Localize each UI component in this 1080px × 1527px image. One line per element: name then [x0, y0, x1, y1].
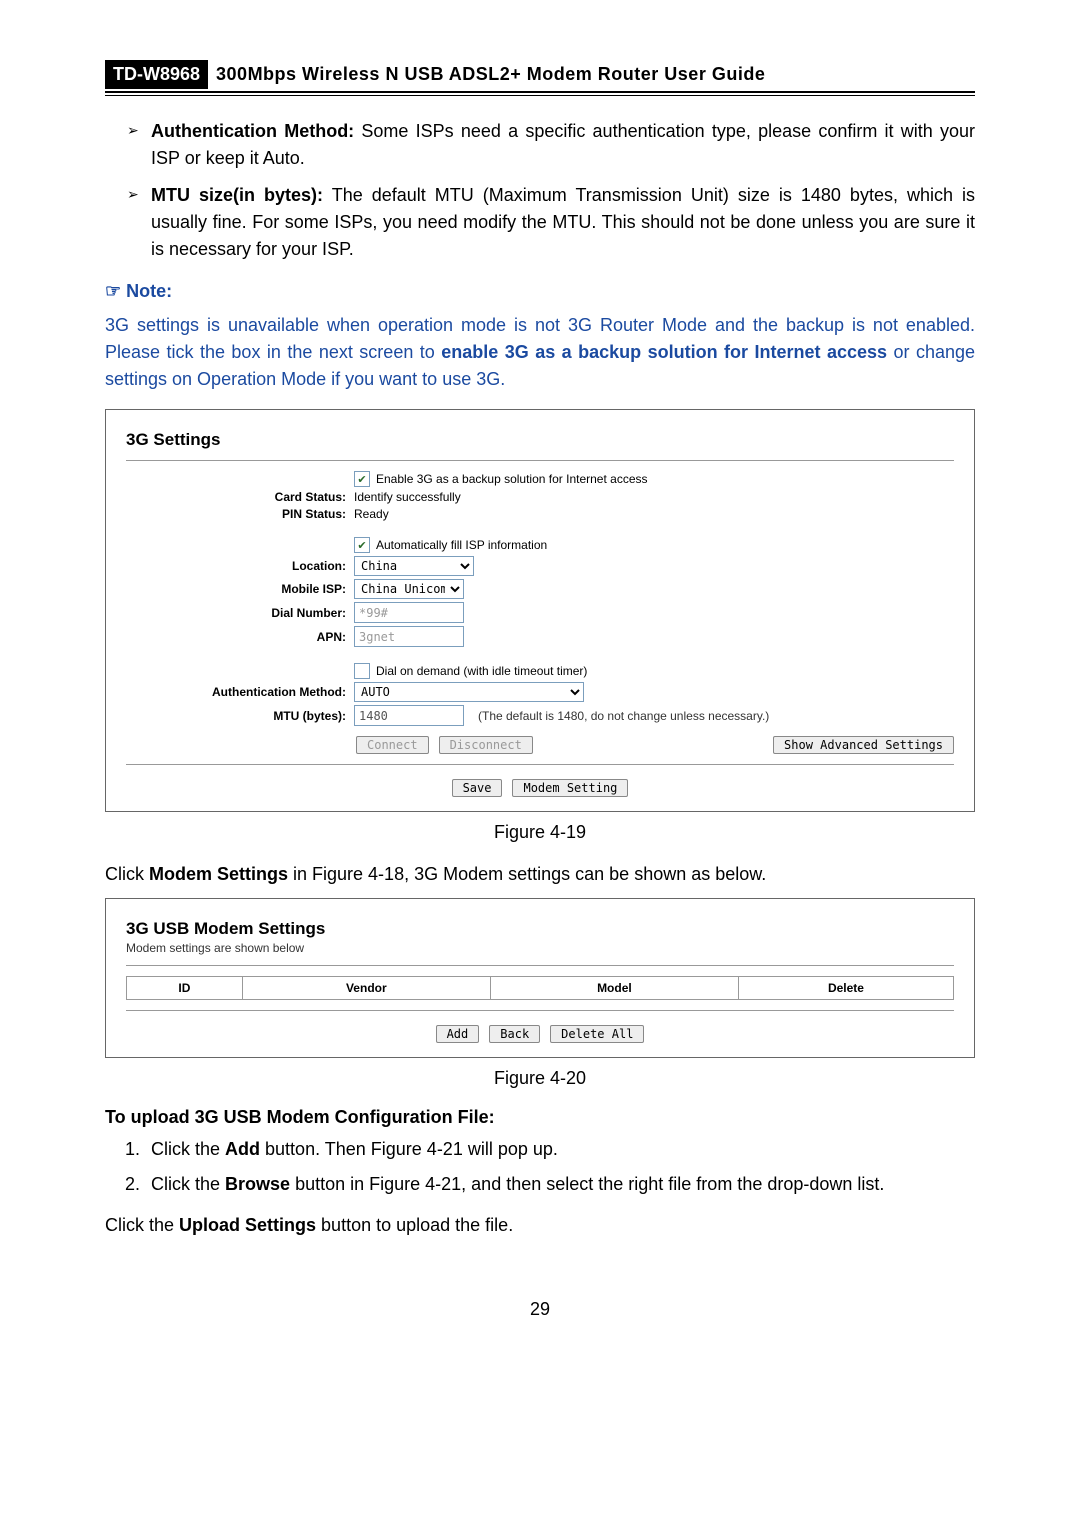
separator — [126, 1010, 954, 1011]
pointer-icon: ☞ — [105, 281, 126, 301]
row-dial-on-demand: Dial on demand (with idle timeout timer) — [126, 663, 954, 679]
row-mtu: MTU (bytes): (The default is 1480, do no… — [126, 705, 954, 726]
label-dial-on-demand: Dial on demand (with idle timeout timer) — [376, 664, 587, 678]
note-body: 3G settings is unavailable when operatio… — [105, 312, 975, 393]
row-card-status: Card Status: Identify successfully — [126, 490, 954, 504]
note-heading: ☞ Note: — [105, 281, 975, 302]
label-location: Location: — [126, 559, 354, 573]
header-rule-top: TD-W8968 300Mbps Wireless N USB ADSL2+ M… — [105, 60, 975, 93]
select-auth-method[interactable]: AUTO — [354, 682, 584, 702]
upload-heading: To upload 3G USB Modem Configuration Fil… — [105, 1107, 975, 1128]
connect-button-row: Connect Disconnect Show Advanced Setting… — [356, 736, 954, 754]
row-mobile-isp: Mobile ISP: China Unicom — [126, 579, 954, 599]
select-location[interactable]: China — [354, 556, 474, 576]
text: button to upload the file. — [316, 1215, 513, 1235]
text: Click the — [105, 1215, 179, 1235]
checkbox-enable-backup[interactable]: ✔ — [354, 471, 370, 487]
figure-4-20-caption: Figure 4-20 — [105, 1068, 975, 1089]
row-apn: APN: — [126, 626, 954, 647]
text: Click — [105, 864, 149, 884]
note-body-bold: enable 3G as a backup solution for Inter… — [441, 342, 887, 362]
show-advanced-button[interactable]: Show Advanced Settings — [773, 736, 954, 754]
label-mobile-isp: Mobile ISP: — [126, 582, 354, 596]
row-pin-status: PIN Status: Ready — [126, 507, 954, 521]
col-vendor: Vendor — [242, 977, 490, 1000]
note-label: Note: — [126, 281, 172, 301]
save-button[interactable]: Save — [452, 779, 503, 797]
label-enable-backup: Enable 3G as a backup solution for Inter… — [376, 472, 648, 486]
step-1: Click the Add button. Then Figure 4-21 w… — [145, 1136, 975, 1163]
input-apn[interactable] — [354, 626, 464, 647]
separator — [126, 764, 954, 765]
text: Click the — [151, 1174, 225, 1194]
bullet-auth-method: Authentication Method: Some ISPs need a … — [133, 118, 975, 172]
text: in Figure 4-18, 3G Modem settings can be… — [288, 864, 766, 884]
input-dial-number[interactable] — [354, 602, 464, 623]
select-mobile-isp[interactable]: China Unicom — [354, 579, 464, 599]
checkbox-dial-on-demand[interactable] — [354, 663, 370, 679]
modem-setting-button[interactable]: Modem Setting — [512, 779, 628, 797]
row-auto-fill: ✔ Automatically fill ISP information — [126, 537, 954, 553]
step-2: Click the Browse button in Figure 4-21, … — [145, 1171, 975, 1198]
row-dial-number: Dial Number: — [126, 602, 954, 623]
label-dial-number: Dial Number: — [126, 606, 354, 620]
col-id: ID — [127, 977, 243, 1000]
separator — [126, 460, 954, 461]
text-bold: Add — [225, 1139, 260, 1159]
row-location: Location: China — [126, 556, 954, 576]
value-card-status: Identify successfully — [354, 490, 954, 504]
bullet-term: MTU size(in bytes): — [151, 185, 323, 205]
label-auth-method: Authentication Method: — [126, 685, 354, 699]
label-apn: APN: — [126, 630, 354, 644]
label-mtu: MTU (bytes): — [126, 709, 354, 723]
panel-usb-subtitle: Modem settings are shown below — [126, 941, 954, 955]
upload-tail: Click the Upload Settings button to uplo… — [105, 1212, 975, 1239]
disconnect-button[interactable]: Disconnect — [439, 736, 533, 754]
text: button. Then Figure 4-21 will pop up. — [260, 1139, 558, 1159]
label-pin-status: PIN Status: — [126, 507, 354, 521]
back-button[interactable]: Back — [489, 1025, 540, 1043]
connect-button[interactable]: Connect — [356, 736, 429, 754]
col-model: Model — [490, 977, 738, 1000]
click-modem-paragraph: Click Modem Settings in Figure 4-18, 3G … — [105, 861, 975, 888]
panel-3g-title: 3G Settings — [126, 430, 954, 450]
header-title: 300Mbps Wireless N USB ADSL2+ Modem Rout… — [208, 60, 773, 89]
row-auth-method: Authentication Method: AUTO — [126, 682, 954, 702]
panel-usb-title: 3G USB Modem Settings — [126, 919, 954, 939]
save-button-row: Save Modem Setting — [126, 779, 954, 797]
table-header-row: ID Vendor Model Delete — [127, 977, 954, 1000]
modem-button-row: Add Back Delete All — [126, 1025, 954, 1043]
label-card-status: Card Status: — [126, 490, 354, 504]
header-rule-bottom — [105, 95, 975, 96]
separator — [126, 965, 954, 966]
text-bold: Modem Settings — [149, 864, 288, 884]
text: Click the — [151, 1139, 225, 1159]
upload-steps: Click the Add button. Then Figure 4-21 w… — [105, 1136, 975, 1198]
value-pin-status: Ready — [354, 507, 954, 521]
label-auto-fill: Automatically fill ISP information — [376, 538, 547, 552]
text-bold: Upload Settings — [179, 1215, 316, 1235]
page-number: 29 — [105, 1299, 975, 1320]
bullet-list: Authentication Method: Some ISPs need a … — [105, 118, 975, 263]
col-delete: Delete — [738, 977, 953, 1000]
row-enable-backup: ✔ Enable 3G as a backup solution for Int… — [126, 471, 954, 487]
delete-all-button[interactable]: Delete All — [550, 1025, 644, 1043]
checkbox-auto-fill[interactable]: ✔ — [354, 537, 370, 553]
input-mtu[interactable] — [354, 705, 464, 726]
figure-4-19-caption: Figure 4-19 — [105, 822, 975, 843]
text: button in Figure 4-21, and then select t… — [290, 1174, 884, 1194]
header-row: TD-W8968 300Mbps Wireless N USB ADSL2+ M… — [105, 60, 975, 89]
bullet-mtu: MTU size(in bytes): The default MTU (Max… — [133, 182, 975, 263]
mtu-hint: (The default is 1480, do not change unle… — [478, 709, 769, 723]
header-model: TD-W8968 — [105, 60, 208, 89]
panel-usb-modem: 3G USB Modem Settings Modem settings are… — [105, 898, 975, 1058]
document-page: TD-W8968 300Mbps Wireless N USB ADSL2+ M… — [0, 0, 1080, 1360]
bullet-term: Authentication Method: — [151, 121, 354, 141]
panel-3g-settings: 3G Settings ✔ Enable 3G as a backup solu… — [105, 409, 975, 812]
add-button[interactable]: Add — [436, 1025, 480, 1043]
text-bold: Browse — [225, 1174, 290, 1194]
modem-table: ID Vendor Model Delete — [126, 976, 954, 1000]
